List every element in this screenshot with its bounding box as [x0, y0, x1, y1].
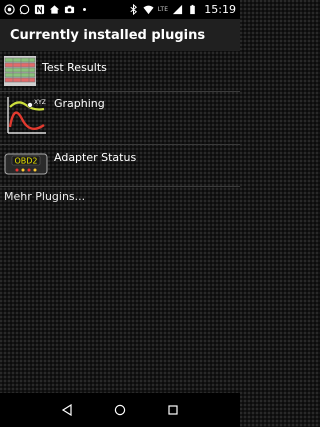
- network-type: LTE: [157, 6, 169, 13]
- plugin-item-adapter-status[interactable]: OBD2 Adapter Status: [0, 145, 240, 187]
- chrome-icon: [4, 4, 15, 15]
- plugin-label: Test Results: [42, 61, 107, 74]
- adapter-icon-text: OBD2: [14, 157, 37, 166]
- status-bar: LTE 15:19: [0, 0, 240, 19]
- plugin-label: Adapter Status: [54, 151, 137, 164]
- bluetooth-icon: [128, 4, 139, 15]
- plugin-list: Test Results XYZ Graphing OBD2 Adapter S…: [0, 52, 240, 187]
- home-icon: [49, 4, 60, 15]
- plugin-label: Graphing: [54, 97, 105, 110]
- clock: 15:19: [204, 3, 236, 16]
- test-results-icon: [4, 56, 36, 86]
- battery-icon: [187, 4, 198, 15]
- more-plugins-link[interactable]: Mehr Plugins...: [4, 190, 85, 203]
- plugin-item-graphing[interactable]: XYZ Graphing: [0, 92, 240, 145]
- nfc-icon: [34, 4, 45, 15]
- wifi-icon: [143, 4, 154, 15]
- graphing-icon: XYZ: [4, 95, 48, 137]
- signal-icon: [172, 4, 183, 15]
- navigation-bar: [0, 393, 240, 427]
- whatsapp-icon: [19, 4, 30, 15]
- camera-icon: [64, 4, 75, 15]
- recents-icon[interactable]: [163, 400, 183, 420]
- graphing-icon-text: XYZ: [34, 99, 46, 106]
- home-icon[interactable]: [110, 400, 130, 420]
- more-icon: [79, 4, 90, 15]
- adapter-status-icon: OBD2: [4, 151, 48, 177]
- page-title: Currently installed plugins: [0, 19, 240, 51]
- back-icon[interactable]: [57, 400, 77, 420]
- plugin-item-test-results[interactable]: Test Results: [0, 52, 240, 92]
